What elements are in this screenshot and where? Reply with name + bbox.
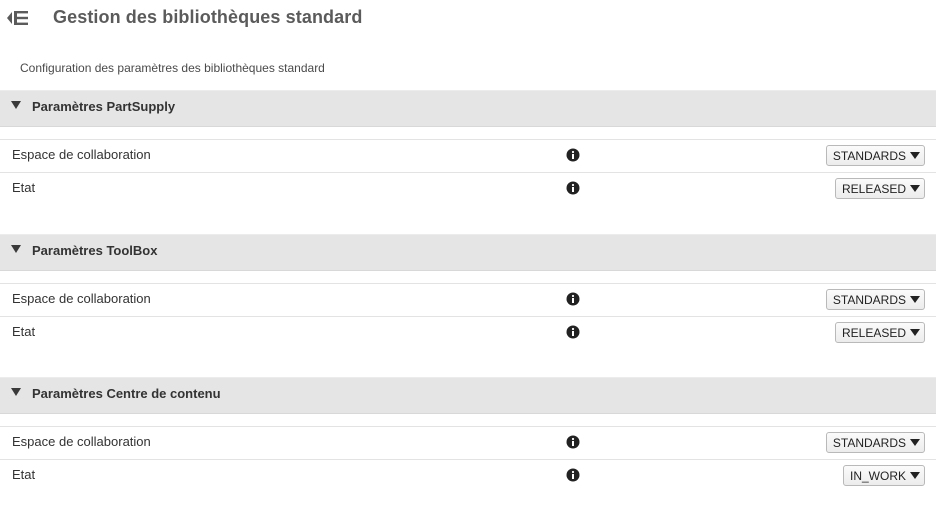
setting-label: Espace de collaboration (12, 434, 151, 449)
caret-down-icon (910, 439, 920, 446)
caret-down-icon (11, 245, 21, 253)
info-icon[interactable] (566, 181, 580, 195)
select-value: RELEASED (841, 325, 906, 340)
select-value: STANDARDS (832, 435, 906, 450)
section-title: Paramètres Centre de contenu (32, 386, 221, 401)
section-body-toolbox: Espace de collaboration STANDARDS Etat R… (0, 283, 936, 349)
setting-row-collaboration-space: Espace de collaboration STANDARDS (0, 139, 936, 172)
info-icon[interactable] (566, 148, 580, 162)
section-body-content-center: Espace de collaboration STANDARDS Etat I… (0, 426, 936, 492)
setting-label: Etat (12, 467, 36, 482)
caret-down-icon (910, 472, 920, 479)
collaboration-space-select[interactable]: STANDARDS (825, 145, 925, 166)
info-icon[interactable] (566, 292, 580, 306)
page-subtitle: Configuration des paramètres des bibliot… (20, 61, 325, 75)
select-value: STANDARDS (832, 148, 906, 163)
setting-label: Etat (12, 324, 36, 339)
caret-down-icon (11, 388, 21, 396)
select-value: RELEASED (841, 181, 906, 196)
info-icon[interactable] (566, 468, 580, 482)
sidebar-collapse-icon[interactable] (6, 8, 30, 28)
section-header-content-center[interactable]: Paramètres Centre de contenu (0, 377, 936, 414)
setting-row-state: Etat RELEASED (0, 316, 936, 349)
caret-down-icon (910, 296, 920, 303)
setting-label: Espace de collaboration (12, 147, 151, 162)
section-body-partsupply: Espace de collaboration STANDARDS Etat R… (0, 139, 936, 205)
state-select[interactable]: RELEASED (834, 322, 925, 343)
setting-label: Etat (12, 180, 36, 195)
setting-label: Espace de collaboration (12, 291, 151, 306)
section-header-partsupply[interactable]: Paramètres PartSupply (0, 90, 936, 127)
caret-down-icon (910, 152, 920, 159)
setting-row-state: Etat IN_WORK (0, 459, 936, 492)
setting-row-collaboration-space: Espace de collaboration STANDARDS (0, 426, 936, 459)
section-header-toolbox[interactable]: Paramètres ToolBox (0, 234, 936, 271)
setting-row-collaboration-space: Espace de collaboration STANDARDS (0, 283, 936, 316)
info-icon[interactable] (566, 435, 580, 449)
caret-down-icon (11, 101, 21, 109)
collaboration-space-select[interactable]: STANDARDS (825, 432, 925, 453)
state-select[interactable]: RELEASED (834, 178, 925, 199)
info-icon[interactable] (566, 325, 580, 339)
collaboration-space-select[interactable]: STANDARDS (825, 289, 925, 310)
caret-down-icon (910, 329, 920, 336)
setting-row-state: Etat RELEASED (0, 172, 936, 205)
section-title: Paramètres ToolBox (32, 243, 158, 258)
page-title: Gestion des bibliothèques standard (53, 7, 363, 27)
select-value: IN_WORK (849, 468, 906, 483)
caret-down-icon (910, 185, 920, 192)
select-value: STANDARDS (832, 292, 906, 307)
section-title: Paramètres PartSupply (32, 99, 176, 114)
state-select[interactable]: IN_WORK (842, 465, 925, 486)
app-header: Gestion des bibliothèques standard (0, 0, 945, 36)
